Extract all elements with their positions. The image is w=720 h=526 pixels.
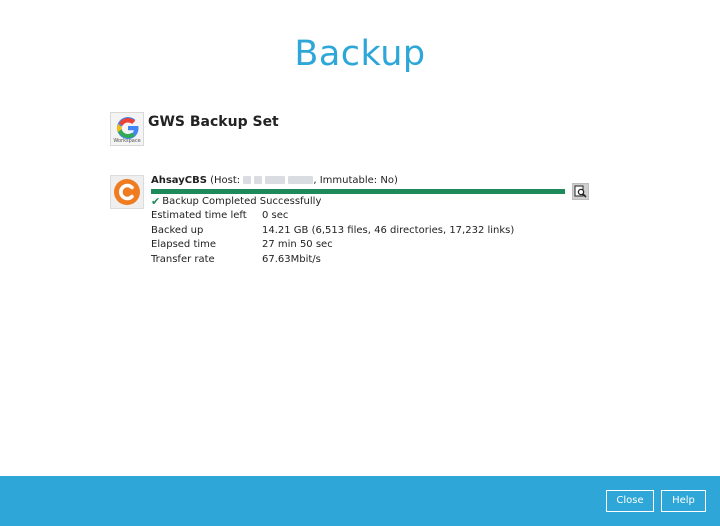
google-workspace-icon: Workspace xyxy=(110,112,144,146)
stat-row: Estimated time left 0 sec xyxy=(151,210,514,225)
stat-row: Transfer rate 67.63Mbit/s xyxy=(151,254,514,269)
backup-progress-bar xyxy=(151,189,565,194)
backup-set-header: Workspace GWS Backup Set xyxy=(110,112,279,148)
backup-stats: Estimated time left 0 sec Backed up 14.2… xyxy=(151,210,514,268)
stat-row: Elapsed time 27 min 50 sec xyxy=(151,239,514,254)
host-prefix: (Host: xyxy=(206,175,244,186)
help-button[interactable]: Help xyxy=(661,490,706,512)
close-button[interactable]: Close xyxy=(606,490,654,512)
check-icon: ✔ xyxy=(151,195,161,208)
stat-label: Estimated time left xyxy=(151,210,247,221)
redacted-host-3 xyxy=(265,176,286,184)
backup-set-name: GWS Backup Set xyxy=(148,114,279,130)
stat-label: Elapsed time xyxy=(151,239,217,250)
stat-value: 67.63Mbit/s xyxy=(262,253,321,265)
page-title: Backup xyxy=(294,34,426,74)
status-text: Backup Completed Successfully xyxy=(162,196,322,207)
stat-value: 0 sec xyxy=(262,210,289,221)
destination-name: AhsayCBS xyxy=(151,175,207,186)
magnifier-report-icon xyxy=(574,185,587,198)
stat-value: 27 min 50 sec xyxy=(262,239,333,250)
immutable-status: , Immutable: No) xyxy=(313,175,398,186)
backup-progress-fill xyxy=(151,189,565,194)
footer-bar: Close Help xyxy=(0,476,720,526)
stat-label: Transfer rate xyxy=(151,253,215,265)
stat-row: Backed up 14.21 GB (6,513 files, 46 dire… xyxy=(151,225,514,240)
backup-status: ✔ Backup Completed Successfully xyxy=(151,195,321,208)
stat-label: Backed up xyxy=(151,224,204,236)
workspace-caption: Workspace xyxy=(113,138,141,144)
destination-title: AhsayCBS (Host: , Immutable: No) xyxy=(151,175,398,186)
redacted-host-2 xyxy=(254,176,263,184)
view-detail-button[interactable] xyxy=(572,183,589,200)
redacted-host-1 xyxy=(243,176,252,184)
redacted-host-4 xyxy=(288,176,314,184)
ahsay-logo-icon xyxy=(110,175,144,209)
stat-value: 14.21 GB (6,513 files, 46 directories, 1… xyxy=(262,224,515,236)
